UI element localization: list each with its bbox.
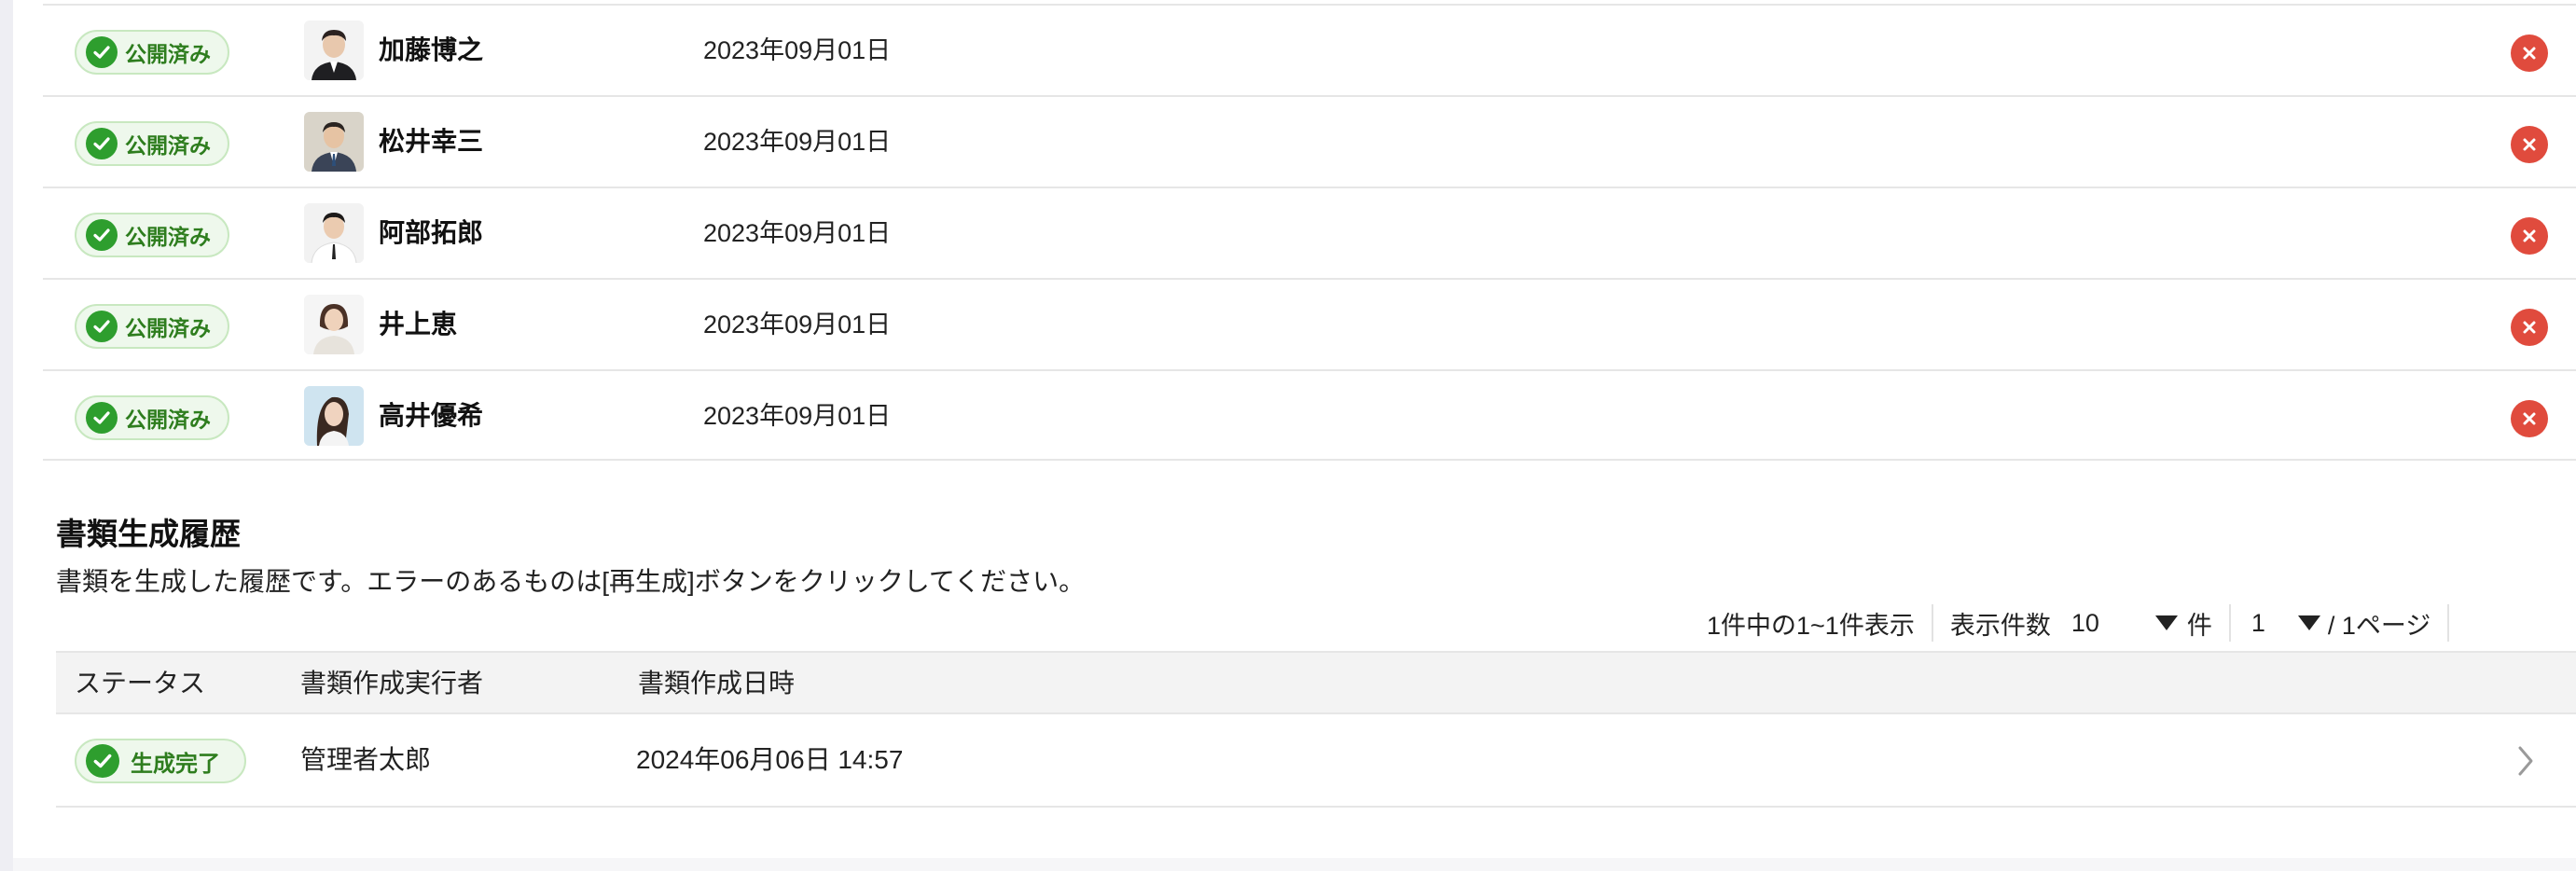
- bottom-edge: [13, 858, 2576, 871]
- close-icon: [2523, 412, 2536, 425]
- status-badge: 公開済み: [75, 30, 229, 75]
- check-icon: [86, 311, 118, 342]
- executor-name: 管理者太郎: [300, 745, 432, 774]
- history-row[interactable]: 生成完了 管理者太郎 2024年06月06日 14:57: [56, 714, 2576, 808]
- check-icon: [86, 128, 118, 159]
- delete-button[interactable]: [2511, 309, 2548, 346]
- left-sidebar-edge: [0, 0, 13, 871]
- check-icon: [86, 402, 118, 434]
- section-title: 書類生成履歴: [56, 517, 241, 551]
- delete-button[interactable]: [2511, 400, 2548, 437]
- person-photo-icon: [304, 203, 364, 263]
- check-icon: [86, 744, 119, 778]
- delete-button[interactable]: [2511, 217, 2548, 255]
- created-datetime: 2024年06月06日 14:57: [636, 745, 904, 774]
- status-label: 生成完了: [131, 751, 220, 777]
- member-name: 松井幸三: [379, 127, 484, 156]
- table-row: 公開済み 井上恵 2023年09月01日: [43, 278, 2576, 369]
- status-badge: 生成完了: [75, 739, 246, 783]
- close-icon: [2523, 47, 2536, 60]
- divider: [2228, 604, 2231, 642]
- section-description: 書類を生成した履歴です。エラーのあるものは[再生成]ボタンをクリックしてください…: [56, 567, 1086, 596]
- table-row: 公開済み 加藤博之 2023年09月01日: [43, 4, 2576, 95]
- caret-down-icon: [2154, 615, 2178, 630]
- table-row: 公開済み 阿部拓郎 2023年09月01日: [43, 187, 2576, 278]
- status-label: 公開済み: [125, 225, 211, 249]
- status-label: 公開済み: [125, 316, 211, 340]
- check-icon: [86, 36, 118, 68]
- column-header: ステータス: [75, 669, 206, 698]
- member-name: 井上恵: [379, 310, 458, 339]
- table-row: 公開済み 高井優希 2023年09月01日: [43, 369, 2576, 461]
- member-name: 加藤博之: [379, 35, 484, 64]
- history-table-header: ステータス 書類作成実行者 書類作成日時: [56, 651, 2576, 714]
- person-photo-icon: [304, 21, 364, 80]
- close-icon: [2523, 229, 2536, 242]
- member-table: 公開済み 加藤博之 2023年09月01日 公開済み 松井幸三 2023年09月…: [43, 4, 2576, 461]
- result-summary: 1件中の1~1件表示: [1707, 611, 1915, 640]
- member-name: 高井優希: [379, 401, 484, 430]
- per-page-value: 10: [2070, 608, 2099, 637]
- divider: [1931, 604, 1933, 642]
- person-photo-icon: [304, 112, 364, 172]
- per-page-unit: 件: [2186, 611, 2212, 640]
- close-icon: [2523, 138, 2536, 151]
- member-date: 2023年09月01日: [703, 311, 892, 339]
- person-photo-icon: [304, 386, 364, 446]
- person-photo-icon: [304, 295, 364, 354]
- column-header: 書類作成日時: [638, 669, 796, 698]
- page-value: 1: [2251, 608, 2265, 637]
- caret-down-icon: [2297, 615, 2320, 630]
- column-header: 書類作成実行者: [300, 669, 484, 698]
- per-page-select[interactable]: 10: [2071, 609, 2178, 638]
- status-label: 公開済み: [125, 42, 211, 66]
- status-badge: 公開済み: [75, 304, 229, 349]
- per-page-label: 表示件数: [1949, 611, 2051, 640]
- status-label: 公開済み: [125, 133, 211, 158]
- table-row: 公開済み 松井幸三 2023年09月01日: [43, 95, 2576, 187]
- status-badge: 公開済み: [75, 121, 229, 166]
- member-name: 阿部拓郎: [379, 218, 484, 247]
- status-badge: 公開済み: [75, 395, 229, 440]
- status-badge: 公開済み: [75, 213, 229, 257]
- pagination-bar: 1件中の1~1件表示 表示件数 10 件 1 / 1ページ: [1707, 602, 2466, 643]
- delete-button[interactable]: [2511, 126, 2548, 163]
- page-select[interactable]: 1: [2251, 609, 2320, 638]
- chevron-right-icon: [2518, 746, 2533, 776]
- member-date: 2023年09月01日: [703, 36, 892, 64]
- page-total: / 1ページ: [2327, 611, 2431, 640]
- status-label: 公開済み: [125, 408, 211, 432]
- delete-button[interactable]: [2511, 35, 2548, 72]
- close-icon: [2523, 321, 2536, 334]
- member-date: 2023年09月01日: [703, 402, 892, 430]
- member-date: 2023年09月01日: [703, 219, 892, 247]
- divider: [2447, 604, 2450, 642]
- check-icon: [86, 219, 118, 251]
- member-date: 2023年09月01日: [703, 128, 892, 156]
